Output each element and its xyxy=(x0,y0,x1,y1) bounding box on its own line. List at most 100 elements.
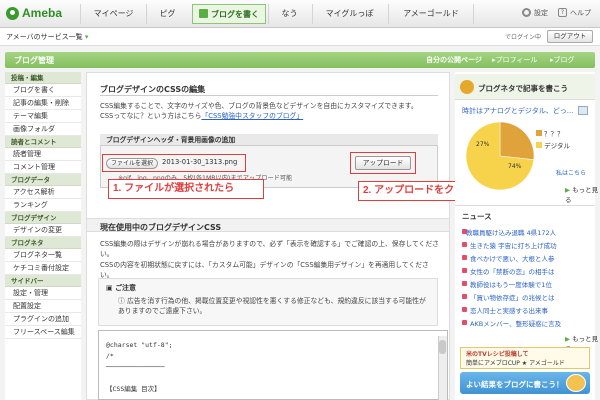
public-page-link[interactable]: 自分の公開ページ xyxy=(426,55,482,65)
css-line: ─────────────── xyxy=(106,363,165,371)
more-link-neta[interactable]: ▶ もっと見る xyxy=(565,184,600,204)
css-line: /* xyxy=(106,352,114,360)
gear-icon[interactable] xyxy=(522,8,531,17)
caution-text-body: 広告を消す行為の他、掲載位置変更や視認性を悪くする修正なども、規約違反に該当する… xyxy=(118,297,426,315)
help-icon[interactable]: ? xyxy=(558,8,567,17)
nav-tab-now[interactable]: なう xyxy=(268,4,310,24)
news-bullet-icon xyxy=(462,255,467,260)
sidebar-item-themes[interactable]: テーマ編集 xyxy=(5,110,81,123)
nav-tab-write-blog[interactable]: ブログを書く xyxy=(192,4,266,24)
services-label: アメーバのサービス一覧 xyxy=(6,33,83,41)
sidebar-item-write[interactable]: ブログを書く xyxy=(5,84,81,97)
page-title: ブログ管理 xyxy=(14,56,54,65)
upload-panel-heading: ブログデザインヘッダ・背景用画像の追加 xyxy=(100,134,438,146)
news-bullet-icon xyxy=(462,307,467,312)
divider xyxy=(455,205,595,206)
sidebar-item-neta-list[interactable]: ブログネタ一覧 xyxy=(5,249,81,262)
answer-link[interactable]: 私はこちら xyxy=(556,168,586,177)
callout-step1: 1. ファイルが選択されたら xyxy=(108,179,264,199)
sidebar-group-sidebar: サイドバー xyxy=(5,275,81,287)
pie-label: 74% xyxy=(508,163,522,170)
upload-button[interactable]: アップロード xyxy=(355,156,411,170)
news-bullet-icon xyxy=(462,281,467,286)
logout-button[interactable]: ログアウト xyxy=(547,30,593,43)
ameba-logo-text: Ameba xyxy=(22,6,63,20)
news-item[interactable]: 「買い物依存症」の兆候とは xyxy=(470,292,555,302)
news-item[interactable]: 食べかけで悪い、大根と人参 xyxy=(470,253,555,263)
news-bullet-icon xyxy=(462,320,467,325)
pen-icon xyxy=(199,9,208,18)
news-item[interactable]: 女性の「禁断の恋」の相手は xyxy=(470,266,555,276)
news-item[interactable]: AKBメンバー、整形疑惑に言及 xyxy=(470,318,561,328)
sidebar-group-post: 投稿・編集 xyxy=(5,72,81,84)
profile-link[interactable]: ▸プロフィール xyxy=(492,55,537,65)
sidebar-item-layout[interactable]: 配置設定 xyxy=(5,300,81,313)
help-link[interactable]: ヘルプ xyxy=(570,8,591,18)
news-bullet-icon xyxy=(462,268,467,273)
nav-tab-write-blog-label: ブログを書く xyxy=(211,10,259,19)
fortune-badge-icon xyxy=(566,374,586,392)
neta-title: ブログネタで記事を書こう xyxy=(478,84,568,93)
sidebar-item-access[interactable]: アクセス解析 xyxy=(5,186,81,199)
sidebar-item-ranking[interactable]: ランキング xyxy=(5,199,81,212)
pie-legend-item: デジタル xyxy=(536,140,570,150)
sidebar-item-design-change[interactable]: デザインの変更 xyxy=(5,224,81,237)
pie-slice xyxy=(499,121,535,160)
intro-help-text: CSSってなに？という方はこちら「CSS勉強中スタッフのブログ」 xyxy=(100,111,303,121)
choose-file-button[interactable]: ファイルを選択 xyxy=(106,158,158,169)
chevron-down-icon: ▾ xyxy=(84,33,89,41)
sidebar-group-data: ブログデータ xyxy=(5,174,81,186)
next-arrow-icon[interactable] xyxy=(578,106,588,115)
pie-slices xyxy=(465,121,535,191)
warning-icon: ⓘ xyxy=(118,297,127,305)
news-item[interactable]: 教師役はもう一度体験で1位 xyxy=(470,279,552,289)
sidebar-item-kuchikomi[interactable]: ケチコミ番付設定 xyxy=(5,262,81,275)
profile-link-label: プロフィール xyxy=(495,56,538,64)
settings-link[interactable]: 設定 xyxy=(534,8,548,18)
news-title: ニュース xyxy=(462,212,492,221)
sidebar-item-plugins[interactable]: プラグインの追加 xyxy=(5,313,81,326)
sidebar-item-settings[interactable]: 設定・管理 xyxy=(5,287,81,300)
neta-question-link[interactable]: 時計はアナログとデジタル、どっ... xyxy=(462,106,573,116)
css-line: @charset "utf-8"; xyxy=(106,341,173,349)
news-bullet-icon xyxy=(462,294,467,299)
blog-link-label: ブログ xyxy=(553,56,575,64)
intro-text: CSS編集することで、文字のサイズや色、ブログの背景色などデザインを自由にカスタ… xyxy=(100,102,418,110)
legend-label: デジタル xyxy=(544,142,570,150)
sidebar-item-freespace[interactable]: フリースペース編集 xyxy=(5,326,81,339)
nav-tab-pigg[interactable]: ピグ xyxy=(146,4,188,24)
blog-link[interactable]: ▸ブログ xyxy=(550,55,575,65)
legend-swatch xyxy=(536,130,542,136)
current-css-title: 現在使用中のブログデザインCSS xyxy=(100,223,222,232)
sidebar-group-readers: 読者とコメント xyxy=(5,136,81,148)
login-status: でログイン中 xyxy=(505,34,542,41)
pie-legend-item: ？？？ xyxy=(536,128,564,138)
divider xyxy=(100,95,438,96)
caution-title-label: ご注意 xyxy=(115,284,137,292)
css-line: 【CSS編集 目次】 xyxy=(106,385,161,393)
css-staff-blog-link[interactable]: 「CSS勉強中スタッフのブログ」 xyxy=(201,112,303,120)
caution-title: ▣ ご注意 xyxy=(106,283,136,293)
news-bullet-icon xyxy=(462,242,467,247)
news-item[interactable]: 教職員駆け込み退職 4県172人 xyxy=(466,227,556,237)
neta-pie-chart: 27% 74% xyxy=(465,121,535,191)
sidebar-item-images[interactable]: 画像フォルダ xyxy=(5,123,81,136)
nav-tab-guruppo[interactable]: マイグルっぽ xyxy=(312,4,386,24)
pencil-badge-icon xyxy=(460,80,474,94)
ameba-logo[interactable]: Ameba xyxy=(6,6,76,22)
news-item[interactable]: 生きた猿 宇宙に打ち上げ成功 xyxy=(470,240,557,250)
sidebar-group-neta: ブログネタ xyxy=(5,237,81,249)
css-editor-scroll-thumb[interactable] xyxy=(439,340,446,354)
current-css-text1: CSS編集の際はデザインが崩れる場合がありますので、必ず「表示を確認する」でご確… xyxy=(100,240,439,258)
services-menu[interactable]: アメーバのサービス一覧 ▾ xyxy=(6,32,88,42)
pie-label: 27% xyxy=(476,141,490,148)
ameba-logo-icon xyxy=(6,7,19,20)
sidebar-item-comments[interactable]: コメント管理 xyxy=(5,161,81,174)
nav-tab-ameba-gold[interactable]: アメーゴールド xyxy=(388,4,474,24)
nav-tab-mypage[interactable]: マイページ xyxy=(80,4,146,24)
sidebar-item-edit-articles[interactable]: 記事の編集・削除 xyxy=(5,97,81,110)
selected-file-name: 2013-01-30_1313.png xyxy=(162,158,238,166)
news-item[interactable]: 恋人同士と実感する出来事 xyxy=(470,305,548,315)
legend-label: ？？？ xyxy=(544,130,564,138)
sidebar-item-readers[interactable]: 読者管理 xyxy=(5,148,81,161)
